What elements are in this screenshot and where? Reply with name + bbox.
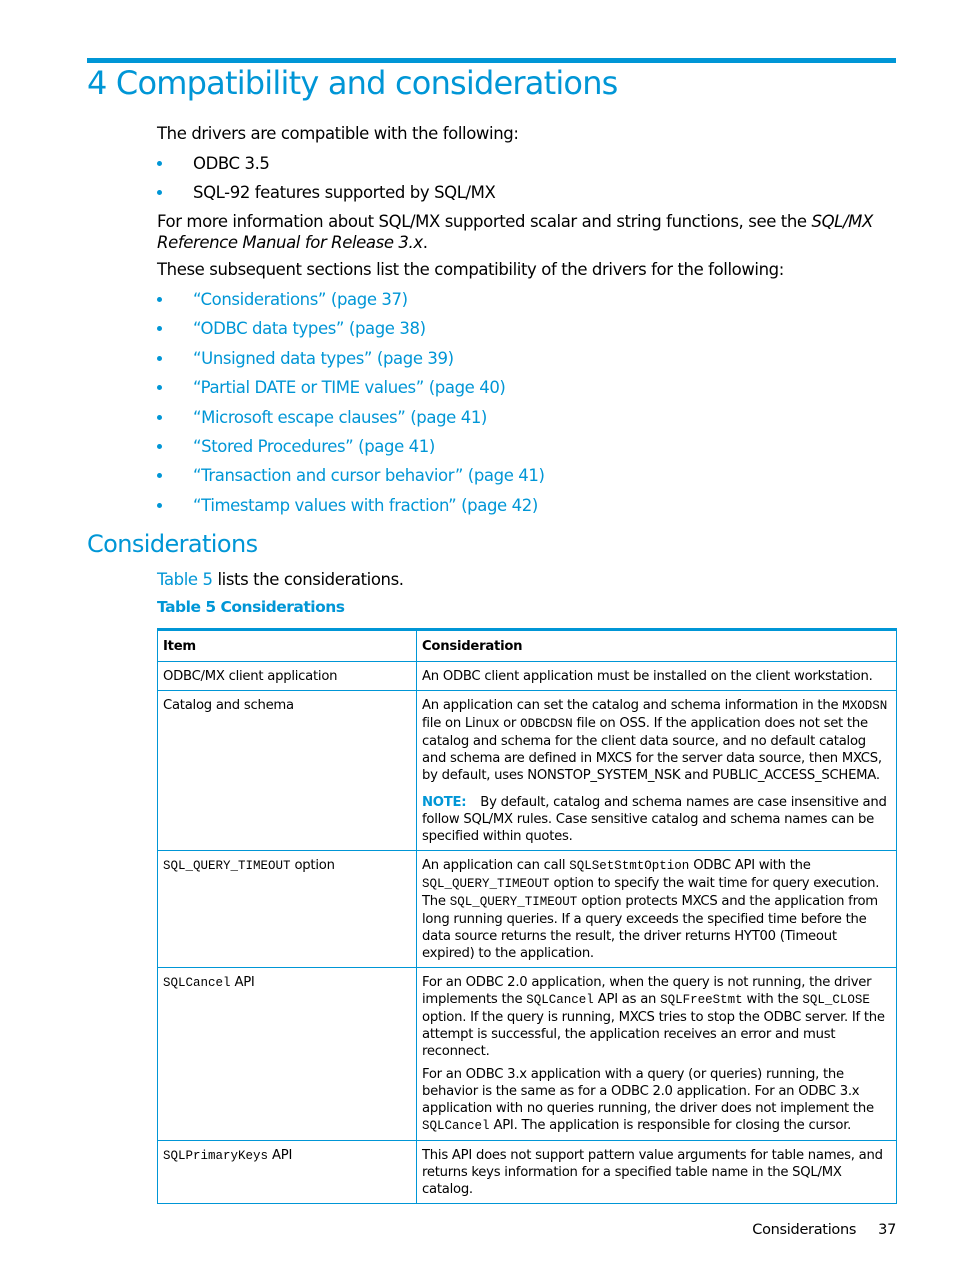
list-item: “Partial DATE or TIME values” (page 40) (157, 377, 545, 406)
column-header-consideration: Consideration (416, 629, 897, 662)
item-cell: SQL_QUERY_TIMEOUT option (157, 850, 417, 968)
link-considerations[interactable]: “Considerations” (page 37) (193, 290, 408, 309)
item-cell: ODBC/MX client application (157, 661, 417, 691)
consideration-cell: An ODBC client application must be insta… (416, 661, 897, 691)
section-links-list: “Considerations” (page 37) “ODBC data ty… (157, 289, 545, 524)
bullet-icon (157, 473, 162, 479)
bullet-icon (157, 190, 162, 196)
list-item: SQL-92 features supported by SQL/MX (157, 182, 496, 211)
bullet-icon (157, 355, 162, 361)
link-microsoft-escape-clauses[interactable]: “Microsoft escape clauses” (page 41) (193, 408, 487, 427)
consideration-cell: For an ODBC 2.0 application, when the qu… (416, 967, 897, 1141)
table-caption: Table 5 Considerations (157, 598, 345, 616)
bullet-icon (157, 161, 162, 166)
list-item: “Transaction and cursor behavior” (page … (157, 465, 545, 494)
table-row: SQLPrimaryKeys API This API does not sup… (157, 1140, 897, 1204)
consideration-paragraph: An application can set the catalog and s… (422, 698, 888, 783)
note-label: NOTE: (422, 795, 467, 810)
link-unsigned-data-types[interactable]: “Unsigned data types” (page 39) (193, 349, 454, 368)
consideration-paragraph: An application can call SQLSetStmtOption… (422, 858, 880, 961)
table-row: Catalog and schema An application can se… (157, 690, 897, 851)
table-reference-text: Table 5 lists the considerations. (157, 570, 404, 589)
compat-list: ODBC 3.5 SQL-92 features supported by SQ… (157, 153, 496, 212)
consideration-cell: An application can set the catalog and s… (416, 690, 897, 851)
bullet-icon (157, 385, 162, 391)
consideration-paragraph: For an ODBC 3.x application with a query… (422, 1067, 874, 1133)
bullet-icon (157, 443, 162, 449)
table-header-row: Item Consideration (157, 629, 897, 662)
consideration-paragraph: For an ODBC 2.0 application, when the qu… (422, 975, 885, 1059)
item-cell: SQLCancel API (157, 967, 417, 1141)
list-item: “Microsoft escape clauses” (page 41) (157, 407, 545, 436)
list-item: “ODBC data types” (page 38) (157, 318, 545, 347)
list-item: “Stored Procedures” (page 41) (157, 436, 545, 465)
code-mxodsn: MXODSN (842, 699, 888, 713)
link-transaction-cursor[interactable]: “Transaction and cursor behavior” (page … (193, 466, 545, 485)
bullet-icon (157, 502, 162, 508)
page-footer: Considerations 37 (752, 1222, 896, 1238)
table-row: SQLCancel API For an ODBC 2.0 applicatio… (157, 967, 897, 1141)
column-header-item: Item (157, 629, 417, 662)
consideration-cell: This API does not support pattern value … (416, 1140, 897, 1204)
link-odbc-data-types[interactable]: “ODBC data types” (page 38) (193, 319, 426, 338)
link-timestamp-fraction[interactable]: “Timestamp values with fraction” (page 4… (193, 496, 538, 515)
consideration-cell: An application can call SQLSetStmtOption… (416, 850, 897, 968)
bullet-icon (157, 326, 162, 332)
table-row: ODBC/MX client application An ODBC clien… (157, 661, 897, 691)
link-stored-procedures[interactable]: “Stored Procedures” (page 41) (193, 437, 435, 456)
bullet-icon (157, 297, 162, 302)
code-odbcdsn: ODBCDSN (520, 717, 573, 731)
note-block: NOTE: By default, catalog and schema name… (422, 795, 887, 844)
table-5-link[interactable]: Table 5 (157, 570, 213, 589)
table-row: SQL_QUERY_TIMEOUT option An application … (157, 850, 897, 968)
chapter-rule (87, 58, 896, 63)
intro-text: The drivers are compatible with the foll… (157, 124, 519, 143)
chapter-title: 4 Compatibility and considerations (87, 64, 618, 102)
item-cell: Catalog and schema (157, 690, 417, 851)
more-info-text: For more information about SQL/MX suppor… (157, 212, 873, 252)
list-item: “Timestamp values with fraction” (page 4… (157, 495, 545, 524)
page-number: 37 (878, 1222, 896, 1238)
link-partial-date-time[interactable]: “Partial DATE or TIME values” (page 40) (193, 378, 506, 397)
list-item: “Considerations” (page 37) (157, 289, 545, 318)
list-item: “Unsigned data types” (page 39) (157, 348, 545, 377)
considerations-table: Item Consideration ODBC/MX client applic… (157, 628, 897, 1204)
item-cell: SQLPrimaryKeys API (157, 1140, 417, 1204)
bullet-icon (157, 414, 162, 420)
section-title: Considerations (87, 530, 258, 558)
footer-section-name: Considerations (752, 1222, 857, 1238)
list-item: ODBC 3.5 (157, 153, 495, 182)
sections-intro: These subsequent sections list the compa… (157, 260, 784, 279)
